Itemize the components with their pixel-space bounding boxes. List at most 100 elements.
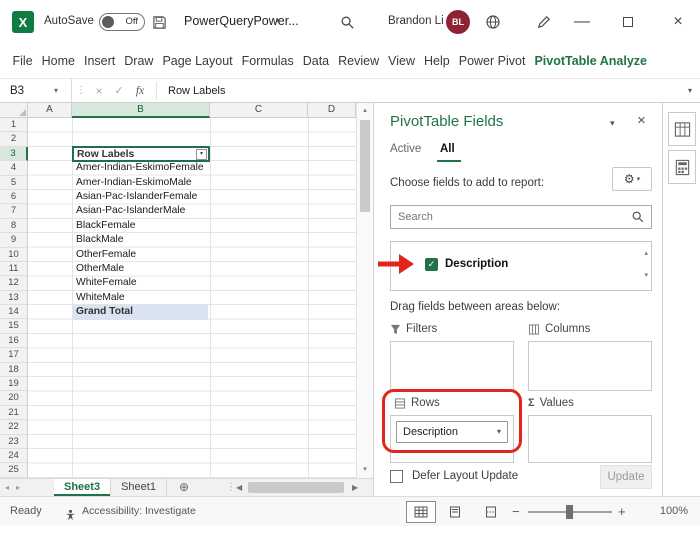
ribbon-tab-home[interactable]: Home bbox=[37, 54, 79, 68]
filters-drop-area[interactable] bbox=[390, 341, 514, 391]
field-list-scroll-up-icon[interactable]: ▴ bbox=[644, 250, 648, 258]
formula-input[interactable]: Row Labels bbox=[168, 79, 225, 103]
vertical-scrollbar[interactable]: ▴ ▾ bbox=[356, 103, 373, 478]
ribbon-tab-power-pivot[interactable]: Power Pivot bbox=[454, 54, 530, 68]
search-input[interactable] bbox=[398, 207, 623, 227]
cell-b5[interactable]: Amer-Indian-EskimoMale bbox=[73, 176, 208, 190]
column-header-a[interactable]: A bbox=[28, 103, 72, 118]
row-header-17[interactable]: 17 bbox=[0, 348, 28, 363]
user-name[interactable]: Brandon Li bbox=[388, 15, 444, 27]
filter-dropdown-icon[interactable]: ▾ bbox=[196, 149, 207, 161]
sheet-tab-sheet3[interactable]: Sheet3 bbox=[54, 479, 112, 496]
pane-options-chevron-icon[interactable]: ▾ bbox=[610, 118, 615, 129]
cell-b7[interactable]: Asian-Pac-IslanderMale bbox=[73, 204, 208, 218]
field-search-box[interactable] bbox=[390, 205, 652, 229]
cell-b14-grand-total[interactable]: Grand Total bbox=[73, 305, 208, 320]
row-header-12[interactable]: 12 bbox=[0, 276, 28, 291]
horizontal-scrollbar-thumb[interactable] bbox=[248, 482, 344, 493]
column-header-b[interactable]: B bbox=[72, 103, 210, 118]
ribbon-tab-draw[interactable]: Draw bbox=[120, 54, 158, 68]
normal-view-button[interactable] bbox=[406, 501, 436, 523]
row-header-6[interactable]: 6 bbox=[0, 189, 28, 205]
ribbon-tab-review[interactable]: Review bbox=[334, 54, 384, 68]
ribbon-tab-pivottable-analyze[interactable]: PivotTable Analyze bbox=[530, 54, 652, 68]
minimize-button[interactable]: — bbox=[566, 0, 598, 44]
hscroll-right-icon[interactable]: ▶ bbox=[352, 479, 358, 496]
row-header-18[interactable]: 18 bbox=[0, 362, 28, 378]
document-title[interactable]: PowerQueryPower... bbox=[184, 14, 299, 28]
row-header-5[interactable]: 5 bbox=[0, 175, 28, 190]
row-header-11[interactable]: 11 bbox=[0, 261, 28, 277]
scroll-up-icon[interactable]: ▴ bbox=[357, 104, 373, 118]
scroll-down-icon[interactable]: ▾ bbox=[357, 463, 373, 477]
ribbon-tab-file[interactable]: File bbox=[8, 54, 37, 68]
rows-field-dropdown[interactable]: Description ▾ bbox=[396, 421, 508, 443]
pen-icon[interactable] bbox=[534, 13, 552, 31]
cell-b13[interactable]: WhiteMale bbox=[73, 291, 208, 305]
zoom-in-icon[interactable]: + bbox=[618, 497, 626, 526]
row-header-14[interactable]: 14 bbox=[0, 305, 28, 320]
user-avatar[interactable]: BL bbox=[446, 10, 470, 34]
update-button[interactable]: Update bbox=[600, 465, 652, 489]
row-header-15[interactable]: 15 bbox=[0, 319, 28, 334]
cell-b10[interactable]: OtherFemale bbox=[73, 248, 208, 262]
hscroll-left-icon[interactable]: ◀ bbox=[236, 479, 242, 496]
ribbon-tab-insert[interactable]: Insert bbox=[80, 54, 120, 68]
expand-formula-bar-icon[interactable]: ▾ bbox=[688, 79, 692, 103]
page-layout-view-button[interactable] bbox=[440, 501, 470, 523]
pane-tab-active[interactable]: Active bbox=[390, 143, 421, 155]
row-header-13[interactable]: 13 bbox=[0, 290, 28, 306]
ribbon-tab-formulas[interactable]: Formulas bbox=[237, 54, 298, 68]
row-header-21[interactable]: 21 bbox=[0, 405, 28, 421]
cell-b4[interactable]: Amer-Indian-EskimoFemale bbox=[73, 161, 208, 175]
row-header-10[interactable]: 10 bbox=[0, 247, 28, 262]
cell-b6[interactable]: Asian-Pac-IslanderFemale bbox=[73, 190, 208, 204]
cell-b8[interactable]: BlackFemale bbox=[73, 219, 208, 233]
row-header-7[interactable]: 7 bbox=[0, 204, 28, 219]
row-header-4[interactable]: 4 bbox=[0, 161, 28, 176]
enter-check-icon[interactable]: ✓ bbox=[112, 79, 126, 103]
side-strip-button-2[interactable] bbox=[668, 150, 696, 184]
maximize-button[interactable] bbox=[612, 0, 644, 44]
field-checkbox-checked[interactable]: ✓ bbox=[425, 257, 438, 271]
row-header-9[interactable]: 9 bbox=[0, 233, 28, 248]
cell-b12[interactable]: WhiteFemale bbox=[73, 276, 208, 290]
zoom-slider-thumb[interactable] bbox=[566, 505, 573, 519]
search-icon[interactable] bbox=[631, 210, 645, 229]
side-strip-button-1[interactable] bbox=[668, 112, 696, 146]
sheet-nav-right-icon[interactable]: ▸ bbox=[16, 479, 20, 496]
cell-b9[interactable]: BlackMale bbox=[73, 233, 208, 247]
defer-layout-checkbox[interactable] bbox=[390, 470, 403, 483]
field-list-scroll-down-icon[interactable]: ▾ bbox=[644, 272, 648, 280]
globe-icon[interactable] bbox=[484, 13, 502, 31]
cell-b3-row-labels[interactable]: Row Labels ▾ bbox=[72, 146, 210, 162]
cell-b11[interactable]: OtherMale bbox=[73, 262, 208, 276]
dropdown-chevron-icon[interactable]: ▾ bbox=[497, 422, 501, 442]
zoom-out-icon[interactable]: − bbox=[512, 497, 520, 526]
cell-area[interactable]: Row Labels ▾ Amer-Indian-EskimoFemale Am… bbox=[28, 118, 356, 478]
name-box[interactable]: B3 bbox=[0, 79, 72, 103]
pane-tab-all[interactable]: All bbox=[440, 143, 455, 155]
search-icon[interactable] bbox=[338, 13, 356, 31]
select-all-corner[interactable] bbox=[0, 103, 28, 118]
ribbon-tab-page-layout[interactable]: Page Layout bbox=[158, 54, 237, 68]
row-header-23[interactable]: 23 bbox=[0, 434, 28, 449]
accessibility-status[interactable]: Accessibility: Investigate bbox=[82, 497, 196, 526]
row-header-16[interactable]: 16 bbox=[0, 333, 28, 349]
row-header-2[interactable]: 2 bbox=[0, 132, 28, 147]
row-header-25[interactable]: 25 bbox=[0, 463, 28, 478]
ribbon-tab-help[interactable]: Help bbox=[420, 54, 455, 68]
row-header-22[interactable]: 22 bbox=[0, 420, 28, 435]
vertical-scrollbar-thumb[interactable] bbox=[360, 120, 370, 212]
name-box-chevron-icon[interactable]: ▾ bbox=[54, 79, 58, 103]
autosave-toggle[interactable]: Off bbox=[99, 13, 145, 31]
document-title-chevron-icon[interactable]: ▾ bbox=[276, 16, 280, 25]
values-drop-area[interactable] bbox=[528, 415, 652, 463]
cancel-icon[interactable]: × bbox=[92, 79, 106, 103]
ribbon-tab-data[interactable]: Data bbox=[298, 54, 333, 68]
row-header-19[interactable]: 19 bbox=[0, 377, 28, 392]
sheet-nav-left-icon[interactable]: ◂ bbox=[5, 479, 9, 496]
sheet-tab-sheet1[interactable]: Sheet1 bbox=[111, 479, 167, 496]
columns-drop-area[interactable] bbox=[528, 341, 652, 391]
zoom-level[interactable]: 100% bbox=[660, 497, 688, 526]
